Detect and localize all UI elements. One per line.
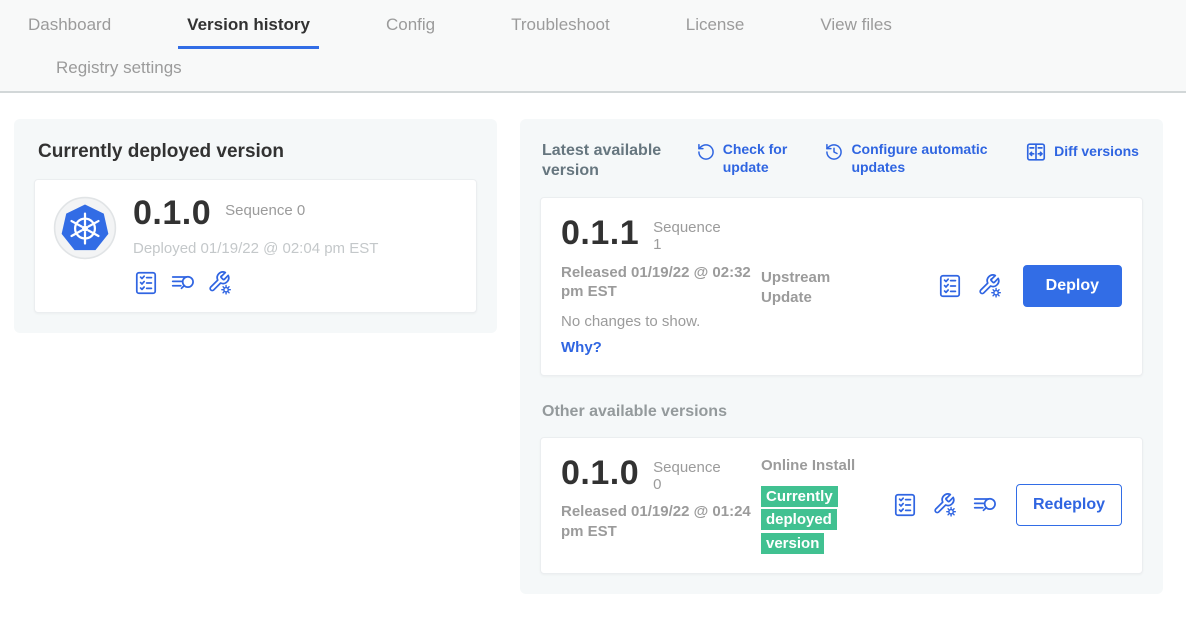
tab-version-history[interactable]: Version history	[178, 15, 319, 49]
edit-config-icon[interactable]	[932, 492, 958, 518]
preflight-checks-icon[interactable]	[937, 273, 963, 299]
latest-available-title: Latest available version	[542, 141, 674, 181]
nav-row-secondary: Registry settings	[0, 49, 1186, 91]
other-version-source-block: Online Install Currently deployed versio…	[761, 456, 865, 555]
check-for-update-link[interactable]: Check for update	[696, 141, 803, 176]
edit-config-icon[interactable]	[207, 270, 233, 296]
deployed-version-actions	[133, 270, 378, 296]
deploy-logs-icon[interactable]	[972, 492, 998, 518]
currently-deployed-badge: Currently deployed version	[761, 486, 838, 554]
latest-released-timestamp: Released 01/19/22 @ 02:32 pm EST	[561, 263, 751, 302]
version-history-page: Currently deployed version 0.1.0 Sequenc…	[0, 93, 1186, 594]
currently-deployed-title: Currently deployed version	[38, 141, 477, 163]
other-version-card: 0.1.0 Sequence 0 Released 01/19/22 @ 01:…	[540, 437, 1143, 574]
latest-version-card: 0.1.1 Sequence 1 Released 01/19/22 @ 02:…	[540, 197, 1143, 376]
other-version-number: 0.1.0	[561, 456, 639, 490]
other-sequence-label: Sequence 0	[653, 459, 733, 494]
tab-registry-settings[interactable]: Registry settings	[47, 58, 1128, 78]
redeploy-button[interactable]: Redeploy	[1016, 484, 1122, 526]
latest-version-number: 0.1.1	[561, 216, 639, 250]
kubernetes-logo	[53, 196, 117, 260]
latest-available-panel: Latest available version Check for updat…	[520, 119, 1163, 594]
no-changes-text: No changes to show.	[561, 313, 761, 330]
other-version-info: 0.1.0 Sequence 0 Released 01/19/22 @ 01:…	[561, 456, 761, 542]
latest-version-source: Upstream Update	[761, 216, 865, 307]
other-released-timestamp: Released 01/19/22 @ 01:24 pm EST	[561, 502, 751, 541]
configure-automatic-updates-label: Configure automatic updates	[851, 141, 1003, 176]
top-nav: Dashboard Version history Config Trouble…	[0, 0, 1186, 93]
other-version-actions: Redeploy	[892, 484, 1122, 526]
deploy-logs-icon[interactable]	[170, 270, 196, 296]
automatic-updates-icon	[824, 142, 844, 162]
why-link[interactable]: Why?	[561, 339, 602, 356]
deployed-version-info: 0.1.0 Sequence 0 Deployed 01/19/22 @ 02:…	[133, 196, 378, 296]
tab-troubleshoot[interactable]: Troubleshoot	[502, 15, 619, 49]
currently-deployed-panel: Currently deployed version 0.1.0 Sequenc…	[14, 119, 497, 333]
deployed-sequence-label: Sequence 0	[225, 202, 305, 219]
tab-view-files[interactable]: View files	[811, 15, 901, 49]
deployed-version-card: 0.1.0 Sequence 0 Deployed 01/19/22 @ 02:…	[34, 179, 477, 313]
latest-version-actions: Deploy	[937, 265, 1122, 307]
configure-automatic-updates-link[interactable]: Configure automatic updates	[824, 141, 1003, 176]
diff-versions-link[interactable]: Diff versions	[1025, 141, 1139, 163]
preflight-checks-icon[interactable]	[892, 492, 918, 518]
other-version-source: Online Install	[761, 457, 855, 474]
nav-row-primary: Dashboard Version history Config Trouble…	[0, 0, 1186, 49]
diff-versions-label: Diff versions	[1054, 143, 1139, 161]
tab-license[interactable]: License	[677, 15, 754, 49]
tab-config[interactable]: Config	[377, 15, 444, 49]
check-for-update-label: Check for update	[723, 141, 803, 176]
latest-version-info: 0.1.1 Sequence 1 Released 01/19/22 @ 02:…	[561, 216, 761, 357]
latest-available-header: Latest available version Check for updat…	[540, 139, 1143, 181]
diff-versions-icon	[1025, 141, 1047, 163]
other-available-versions-title: Other available versions	[542, 403, 1143, 421]
check-update-icon	[696, 142, 716, 162]
deployed-timestamp: Deployed 01/19/22 @ 02:04 pm EST	[133, 240, 378, 257]
tab-dashboard[interactable]: Dashboard	[19, 15, 120, 49]
edit-config-icon[interactable]	[977, 273, 1003, 299]
deployed-version-number: 0.1.0	[133, 196, 211, 230]
latest-sequence-label: Sequence 1	[653, 219, 733, 254]
deploy-button[interactable]: Deploy	[1023, 265, 1122, 307]
currently-deployed-badge-wrap: Currently deployed version	[761, 485, 865, 555]
preflight-checks-icon[interactable]	[133, 270, 159, 296]
